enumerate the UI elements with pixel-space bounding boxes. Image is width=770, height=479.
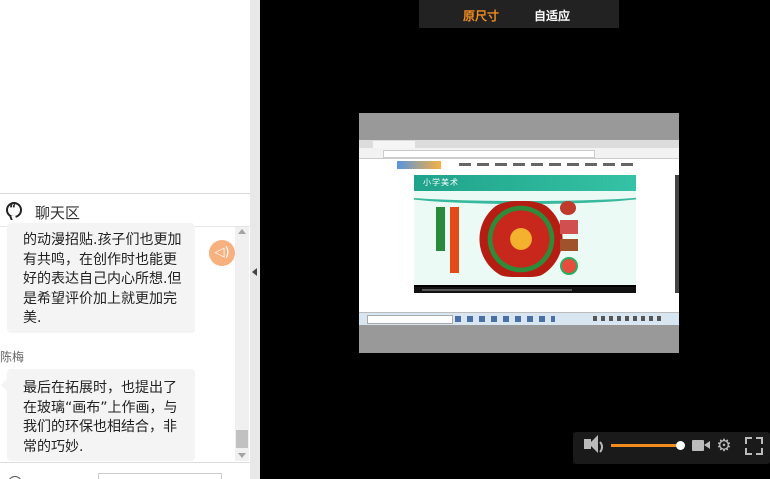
site-header (359, 159, 679, 172)
embedded-player: 小学美术 (414, 175, 636, 293)
message-text: 最后在拓展时，也提出了在玻璃“画布”上作画，与我们的环保也相结合，非常的巧妙. (23, 380, 178, 455)
player-controls: ⚙ (573, 432, 770, 464)
original-size-button[interactable]: 原尺寸 (463, 7, 499, 24)
browser-tabs (359, 140, 679, 148)
lesson-slide: 小学美术 (414, 175, 636, 285)
site-logo (397, 161, 441, 169)
audio-play-icon[interactable]: ◁) (209, 240, 235, 266)
volume-fill (611, 444, 681, 447)
size-toggle: 原尺寸 自适应 (419, 0, 619, 28)
scroll-thumb[interactable] (236, 430, 248, 448)
chat-message: 最后在拓展时，也提出了在玻璃“画布”上作画，与我们的环保也相结合，非常的巧妙. (1, 369, 195, 461)
collapse-arrow-icon[interactable] (252, 268, 257, 276)
chat-header: “ 聊天区 (0, 193, 250, 227)
left-panel: “ 聊天区 的动漫招贴.孩子们也更加有共鸣，在创作时也能更好的表达自己内心所想.… (0, 0, 250, 479)
camera-icon[interactable] (692, 440, 710, 451)
fit-button[interactable]: 自适应 (534, 7, 570, 24)
scroll-up-icon[interactable] (238, 229, 246, 234)
volume-icon[interactable] (584, 435, 598, 453)
volume-knob[interactable] (676, 441, 686, 450)
chat-scrollbar[interactable] (235, 227, 249, 461)
browser-address-bar (359, 148, 679, 159)
chat-message: 的动漫招贴.孩子们也更加有共鸣，在创作时也能更好的表达自己内心所想.但是希望评价… (7, 223, 195, 333)
slide-label-green (436, 207, 445, 251)
panel-splitter[interactable] (250, 0, 260, 479)
chat-bubble-icon: “ (6, 202, 22, 218)
volume-slider[interactable] (611, 441, 686, 450)
chat-input[interactable] (98, 473, 222, 479)
volume-wave-icon (595, 439, 603, 455)
slide-label-red (450, 207, 459, 273)
embedded-controls (414, 287, 636, 293)
scroll-down-icon[interactable] (238, 453, 246, 458)
chat-input-bar (0, 462, 250, 479)
message-text: 的动漫招贴.孩子们也更加有共鸣，在创作时也能更好的表达自己内心所想.但是希望评价… (23, 232, 182, 326)
video-frame[interactable]: 小学美术 (359, 113, 679, 353)
blank-area (0, 0, 250, 193)
chat-title: 聊天区 (35, 204, 81, 222)
site-nav (459, 163, 639, 166)
fullscreen-icon[interactable] (745, 437, 763, 455)
taskbar (359, 312, 679, 325)
message-sender: 陈梅 (0, 350, 25, 364)
gear-icon[interactable]: ⚙ (716, 438, 732, 455)
mask-image (476, 201, 566, 277)
recorded-screen: 小学美术 (359, 140, 679, 325)
